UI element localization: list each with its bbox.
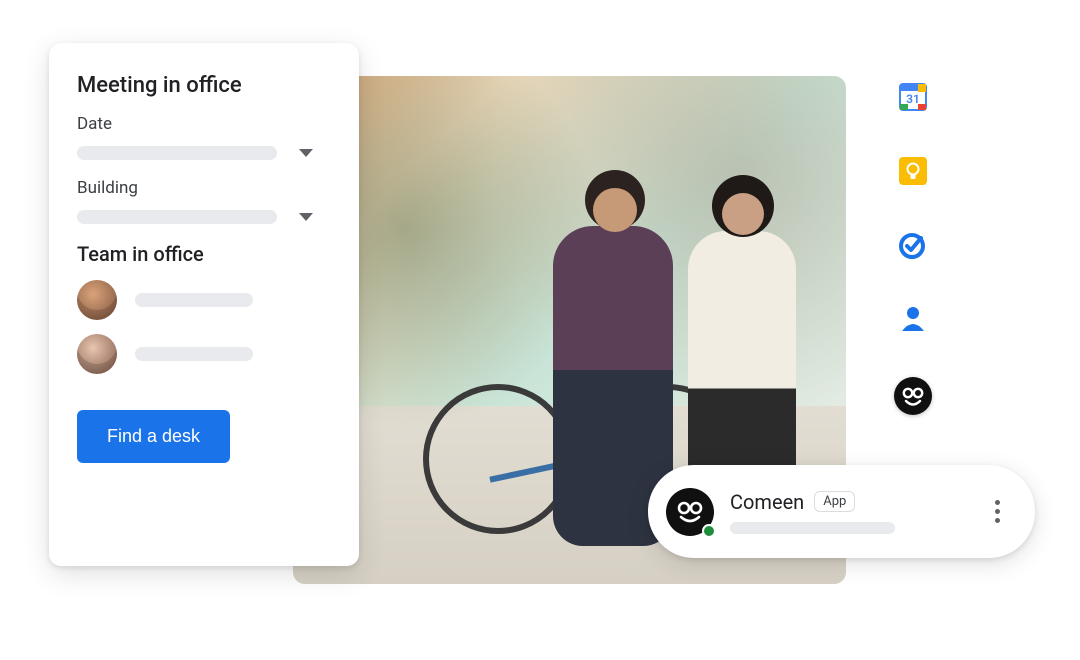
comeen-app-pill[interactable]: Comeen App — [648, 465, 1035, 558]
google-tasks-icon[interactable] — [897, 229, 929, 261]
presence-online-icon — [702, 524, 716, 538]
team-member-name-placeholder — [135, 293, 253, 307]
google-contacts-icon[interactable] — [897, 303, 929, 335]
building-select[interactable] — [77, 210, 331, 224]
team-section-title: Team in office — [77, 242, 331, 266]
date-select[interactable] — [77, 146, 331, 160]
avatar — [77, 280, 117, 320]
comeen-logo — [666, 488, 714, 536]
building-label: Building — [77, 178, 331, 198]
app-badge: App — [814, 491, 855, 512]
app-subtitle-placeholder — [730, 522, 895, 534]
google-keep-icon[interactable] — [897, 155, 929, 187]
date-value-placeholder — [77, 146, 277, 160]
app-rail: 31 — [894, 81, 932, 415]
app-name: Comeen — [730, 490, 804, 514]
building-value-placeholder — [77, 210, 277, 224]
card-title: Meeting in office — [77, 73, 331, 98]
svg-text:31: 31 — [906, 92, 920, 106]
date-label: Date — [77, 114, 331, 134]
chevron-down-icon — [299, 213, 313, 221]
booking-card: Meeting in office Date Building Team in … — [49, 43, 359, 566]
comeen-icon[interactable] — [894, 377, 932, 415]
chevron-down-icon — [299, 149, 313, 157]
google-calendar-icon[interactable]: 31 — [897, 81, 929, 113]
team-member-name-placeholder — [135, 347, 253, 361]
team-row — [77, 280, 331, 320]
more-options-button[interactable] — [985, 500, 1009, 523]
team-row — [77, 334, 331, 374]
avatar — [77, 334, 117, 374]
find-a-desk-button[interactable]: Find a desk — [77, 410, 230, 463]
